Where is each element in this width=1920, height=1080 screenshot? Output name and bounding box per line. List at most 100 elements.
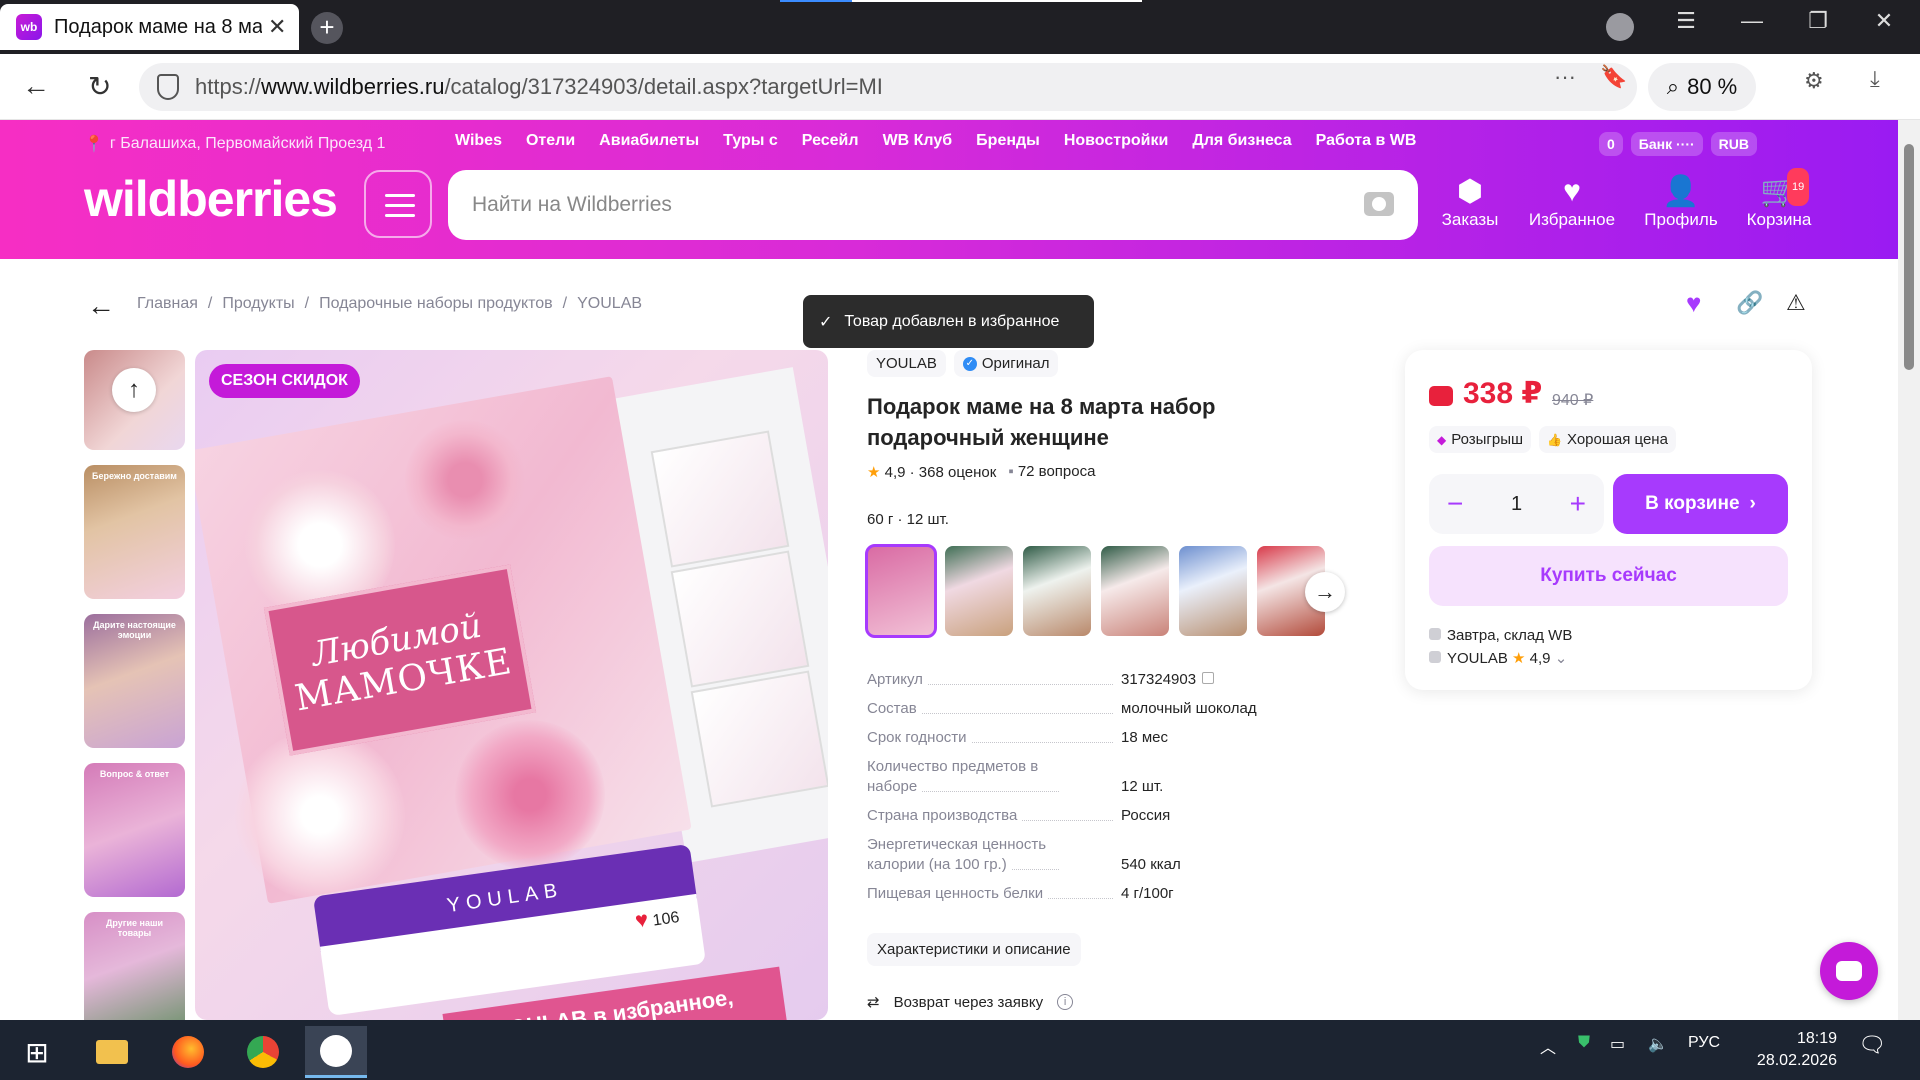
camera-icon[interactable] (1364, 192, 1394, 216)
currency-pill[interactable]: RUB (1710, 132, 1757, 156)
nav-item[interactable]: Авиабилеты (599, 132, 699, 150)
nav-item[interactable]: Отели (526, 132, 575, 150)
download-icon[interactable]: ⤓ (1870, 66, 1880, 92)
search-zoom-icon: ⌕ (1666, 74, 1680, 99)
question-icon: ▪ (1008, 463, 1014, 480)
nav-item[interactable]: Туры с (723, 132, 778, 150)
nav-item[interactable]: Бренды (976, 132, 1040, 150)
scrollbar[interactable] (1898, 120, 1920, 1020)
variant-option[interactable] (1023, 546, 1091, 636)
notifications-icon[interactable]: 🗨 (1858, 1032, 1886, 1058)
new-tab-button[interactable]: + (311, 12, 343, 44)
extensions-icon[interactable]: ⚙ (1804, 68, 1824, 94)
reload-icon[interactable]: ↻ (88, 70, 111, 103)
volume-icon[interactable]: 🔈 (1648, 1034, 1668, 1054)
original-badge[interactable]: ✓ Оригинал (953, 350, 1059, 377)
yandex-browser-icon[interactable] (305, 1026, 367, 1078)
buy-now-button[interactable]: Купить сейчас (1429, 546, 1788, 606)
shield-icon[interactable] (157, 74, 179, 100)
restore-icon[interactable]: ❐ (1798, 8, 1838, 34)
variants-next-arrow-icon[interactable]: → (1305, 572, 1345, 612)
close-window-icon[interactable]: ✕ (1864, 8, 1904, 34)
menu-icon[interactable]: ☰ (1666, 8, 1706, 34)
nav-item[interactable]: Для бизнеса (1192, 132, 1291, 150)
share-link-icon[interactable]: 🔗 (1736, 290, 1763, 316)
description-button[interactable]: Характеристики и описание (867, 933, 1081, 966)
rating-link[interactable]: ★ 4,9 · 368 оценок (867, 463, 996, 481)
brand-name: YOULAB (876, 355, 937, 372)
more-icon[interactable]: ··· (1554, 64, 1576, 90)
thumbnail[interactable]: ↑ (84, 350, 185, 450)
thumbnail[interactable]: Другие наши товары (84, 912, 185, 1020)
close-icon[interactable]: ✕ (268, 14, 286, 40)
favorite-heart-icon[interactable]: ♥ (1686, 288, 1701, 319)
search-input[interactable]: Найти на Wildberries (448, 170, 1418, 240)
nav-item[interactable]: Новостройки (1064, 132, 1168, 150)
thumbnail[interactable]: Бережно доставим (84, 465, 185, 599)
balance-pill[interactable]: 0 (1599, 132, 1623, 156)
user-avatar[interactable] (1606, 13, 1634, 41)
cart-button[interactable]: 🛒 19 Корзина (1729, 168, 1829, 230)
questions-link[interactable]: ▪ 72 вопроса (1008, 463, 1095, 481)
minimize-icon[interactable]: — (1732, 8, 1772, 34)
scrollbar-thumb[interactable] (1904, 144, 1914, 370)
file-explorer-icon[interactable] (81, 1026, 143, 1078)
favorites-button[interactable]: ♥ Избранное (1522, 174, 1622, 230)
catalog-menu-button[interactable] (364, 170, 432, 238)
info-icon[interactable]: i (1057, 994, 1074, 1010)
location[interactable]: 📍 г Балашиха, Первомайский Проезд 1 (84, 132, 385, 156)
orders-button[interactable]: ⬢ Заказы (1420, 174, 1520, 230)
windows-start-icon[interactable]: ⊞ (6, 1026, 68, 1078)
product-main-image[interactable]: Любимой МАМОЧКЕ YOULAB ♥ 106 YOULAB в из… (195, 350, 828, 1020)
returns-row: ⇄ Возврат через заявку i (867, 993, 1074, 1011)
brand-row: YOULAB ✓ Оригинал (867, 350, 1059, 377)
balance-value: 0 (1607, 136, 1615, 152)
nav-item[interactable]: WB Клуб (883, 132, 953, 150)
tray-chevron-icon[interactable]: ︿ (1540, 1034, 1556, 1058)
firefox-icon[interactable] (157, 1026, 219, 1078)
security-shield-icon[interactable]: ⛊ (1578, 1034, 1590, 1052)
brand-chip[interactable]: YOULAB (867, 350, 946, 377)
good-price-tag[interactable]: 👍 Хорошая цена (1539, 426, 1676, 453)
variant-option[interactable] (945, 546, 1013, 636)
breadcrumb-item[interactable]: Главная (137, 295, 198, 313)
in-cart-button[interactable]: В корзине › (1613, 474, 1788, 534)
copy-icon[interactable] (1202, 672, 1215, 684)
breadcrumb-item[interactable]: Подарочные наборы продуктов (319, 295, 553, 313)
scroll-up-icon[interactable]: ↑ (112, 368, 156, 412)
report-icon[interactable]: ⚠ (1786, 290, 1806, 316)
profile-button[interactable]: 👤 Профиль (1631, 174, 1731, 230)
bank-pill[interactable]: Банк ···· (1630, 132, 1703, 156)
chat-button[interactable] (1820, 942, 1878, 1000)
url-field[interactable]: https://www.wildberries.ru/catalog/31732… (139, 63, 1637, 111)
firefox-shape (172, 1036, 204, 1068)
thumbnail[interactable]: Дарите настоящие эмоции (84, 614, 185, 748)
back-arrow-icon[interactable]: ← (87, 290, 115, 322)
network-icon[interactable]: ▭ (1610, 1034, 1625, 1054)
back-icon[interactable]: ← (22, 70, 50, 102)
variant-option[interactable] (1179, 546, 1247, 636)
wildberries-logo[interactable]: wildberries (84, 170, 338, 228)
chrome-icon[interactable] (232, 1026, 294, 1078)
minus-icon[interactable]: − (1447, 488, 1463, 520)
bookmark-icon[interactable]: 🔖 (1600, 64, 1627, 90)
browser-tab[interactable]: wb Подарок маме на 8 мар ✕ (0, 4, 299, 50)
thumbnail[interactable]: Вопрос & ответ (84, 763, 185, 897)
clock[interactable]: 18:19 28.02.2026 (1733, 1028, 1837, 1072)
raffle-tag[interactable]: ◆ Розыгрыш (1429, 426, 1532, 453)
plus-icon[interactable]: + (1570, 488, 1586, 520)
breadcrumb-item[interactable]: YOULAB (577, 295, 642, 313)
nav-item[interactable]: Wibes (455, 132, 502, 150)
variant-option[interactable] (865, 544, 937, 638)
nav-item[interactable]: Ресейл (802, 132, 859, 150)
spec-row: Количество предметов в наборе 12 шт. (867, 757, 1367, 797)
nav-item[interactable]: Работа в WB (1316, 132, 1417, 150)
zoom-button[interactable]: ⌕ 80 % (1648, 63, 1756, 111)
language-indicator[interactable]: РУС (1688, 1034, 1720, 1052)
seller-row[interactable]: YOULAB ★ 4,9 ⌄ (1429, 647, 1572, 670)
spec-key: Состав (867, 700, 921, 717)
variant-option[interactable] (1101, 546, 1169, 636)
wb-favicon-icon: wb (16, 14, 42, 40)
price-tags: ◆ Розыгрыш 👍 Хорошая цена (1429, 426, 1676, 453)
breadcrumb-item[interactable]: Продукты (222, 295, 294, 313)
